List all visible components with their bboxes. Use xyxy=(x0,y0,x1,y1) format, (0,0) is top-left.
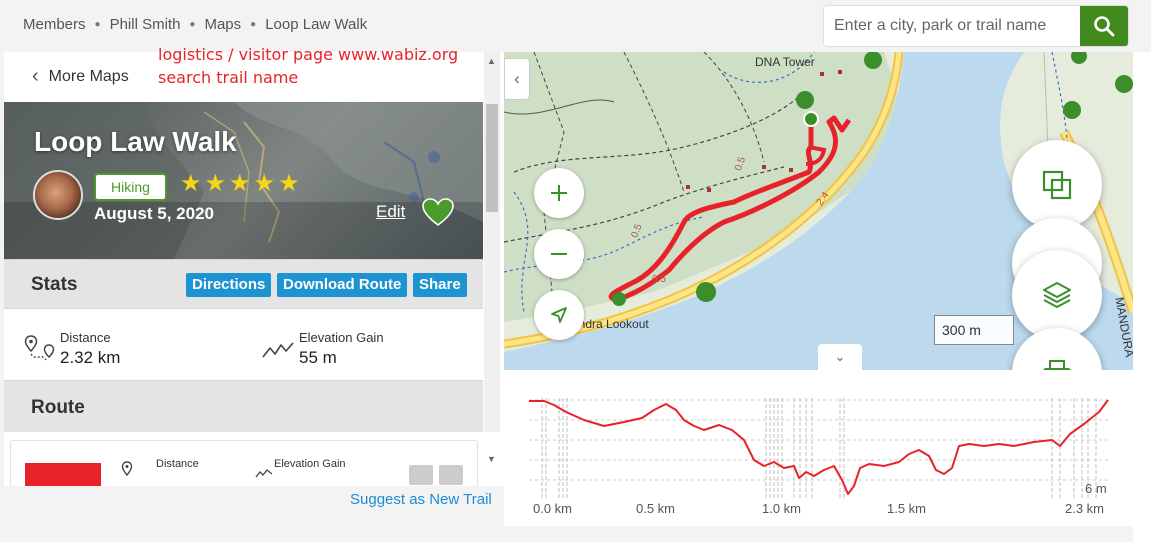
collapse-panel-button[interactable]: ‹ xyxy=(504,58,530,100)
activity-badge: Hiking xyxy=(94,173,167,201)
distance-stat: Distance 2.32 km xyxy=(60,330,120,368)
star-icon: ★ xyxy=(180,170,202,197)
suggest-new-trail-link[interactable]: Suggest as New Trail xyxy=(350,491,492,508)
annotation-line: logistics / visitor page www.wabiz.org xyxy=(158,45,459,64)
chevron-left-icon: ‹ xyxy=(32,65,39,87)
map-label: DNA Tower xyxy=(755,55,815,69)
map-layers-button[interactable] xyxy=(1012,250,1102,340)
plus-icon xyxy=(551,185,567,201)
scrollbar-thumb[interactable] xyxy=(486,104,498,212)
search-icon xyxy=(1094,16,1115,37)
overlay-squares-icon xyxy=(1042,170,1072,200)
chevron-left-icon: ‹ xyxy=(514,69,520,88)
elevation-icon xyxy=(262,342,294,358)
stats-heading: Stats xyxy=(31,274,78,295)
directions-button[interactable]: Directions xyxy=(186,273,272,297)
elevation-label: Elevation Gain xyxy=(299,330,384,345)
elevation-icon xyxy=(255,469,273,478)
distance-label: Distance xyxy=(60,330,111,345)
heart-icon[interactable] xyxy=(422,198,454,226)
route-delete-button[interactable] xyxy=(439,465,463,485)
elevation-profile[interactable] xyxy=(504,370,1133,526)
panel-scrollbar[interactable]: ▲ ▼ xyxy=(484,52,500,464)
minus-icon xyxy=(551,253,567,255)
star-icon: ★ xyxy=(278,170,300,197)
page-right-edge xyxy=(1133,52,1151,542)
trail-panel: ‹ More Maps Loop Law Walk Hiking ★ ★ ★ ★… xyxy=(4,52,504,486)
avatar[interactable] xyxy=(33,170,83,220)
breadcrumb-separator: ● xyxy=(189,19,196,30)
search-input[interactable] xyxy=(824,6,1082,46)
breadcrumb-separator: ● xyxy=(94,19,101,30)
route-heading: Route xyxy=(31,397,85,418)
trail-date: August 5, 2020 xyxy=(94,204,214,223)
distance-icon xyxy=(24,335,55,361)
stats-header: Stats Directions Download Route Share xyxy=(4,259,483,309)
scroll-down-icon[interactable]: ▼ xyxy=(487,454,496,464)
star-icon: ★ xyxy=(204,170,227,197)
elevation-tick: 0.0 km xyxy=(533,501,573,516)
download-route-button[interactable]: Download Route xyxy=(277,273,408,297)
map-style-button[interactable] xyxy=(1012,140,1102,230)
zoom-out-button[interactable] xyxy=(534,229,584,279)
edit-link[interactable]: Edit xyxy=(376,202,405,222)
annotation-line: search trail name xyxy=(158,68,299,87)
collapse-elevation-button[interactable]: ⌄ xyxy=(818,344,862,370)
rating-stars[interactable]: ★ ★ ★ ★ ★ xyxy=(180,169,300,198)
route-elevation-label: Elevation Gain xyxy=(274,458,346,470)
more-maps-label: More Maps xyxy=(48,67,129,85)
share-button[interactable]: Share xyxy=(413,273,467,297)
route-card[interactable]: Distance Elevation Gain xyxy=(10,440,478,486)
elevation-tick: 1.5 km xyxy=(887,501,927,516)
trail-hero: Loop Law Walk Hiking ★ ★ ★ ★ ★ August 5,… xyxy=(4,102,483,259)
route-distance-label: Distance xyxy=(156,458,199,470)
elevation-unit-label: 6 m xyxy=(1085,481,1107,496)
elevation-tick: 0.5 km xyxy=(636,501,676,516)
trail-title: Loop Law Walk xyxy=(34,126,237,157)
chevron-down-icon: ⌄ xyxy=(834,349,846,364)
elevation-tick: 2.3 km xyxy=(1065,501,1105,516)
route-edit-button[interactable] xyxy=(409,465,433,485)
distance-value: 2.32 km xyxy=(60,348,121,367)
star-icon: ★ xyxy=(229,170,251,197)
breadcrumb-current: Loop Law Walk xyxy=(265,16,368,33)
pin-icon xyxy=(121,461,133,477)
elevation-chart xyxy=(529,398,1109,498)
elevation-value: 55 m xyxy=(299,348,337,367)
map-scale: 300 m xyxy=(934,315,1014,345)
scroll-up-icon[interactable]: ▲ xyxy=(487,56,496,66)
route-thumbnail xyxy=(25,463,101,486)
breadcrumb: Members ● Phill Smith ● Maps ● Loop Law … xyxy=(23,16,367,33)
elevation-tick: 1.0 km xyxy=(762,501,802,516)
breadcrumb-member-name[interactable]: Phill Smith xyxy=(110,16,181,33)
more-maps-link[interactable]: ‹ More Maps xyxy=(32,65,129,88)
layers-icon xyxy=(1043,282,1071,308)
route-header: Route xyxy=(4,380,483,432)
search-button[interactable] xyxy=(1080,6,1128,46)
breadcrumb-separator: ● xyxy=(250,19,257,30)
breadcrumb-maps[interactable]: Maps xyxy=(204,16,241,33)
breadcrumb-members[interactable]: Members xyxy=(23,16,86,33)
search-box xyxy=(823,5,1129,47)
zoom-in-button[interactable] xyxy=(534,168,584,218)
star-icon: ★ xyxy=(253,170,276,197)
locate-button[interactable] xyxy=(534,290,584,340)
navigation-arrow-icon xyxy=(551,307,567,323)
elevation-stat: Elevation Gain 55 m xyxy=(299,330,384,368)
annotation-note: logistics / visitor page www.wabiz.org s… xyxy=(158,43,458,89)
map-label: 0.5 xyxy=(652,274,666,285)
